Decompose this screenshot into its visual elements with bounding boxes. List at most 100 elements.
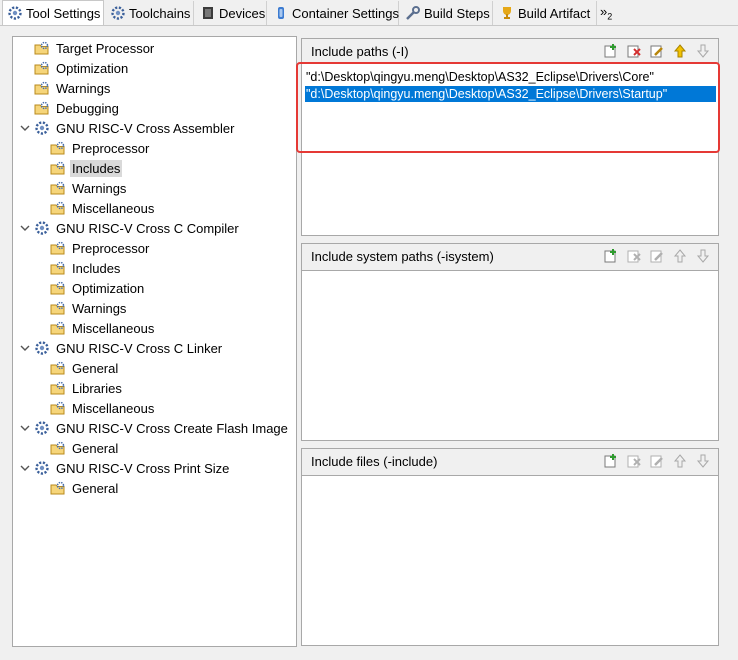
tree-item[interactable]: General: [50, 478, 120, 498]
settings-page-icon: [50, 361, 65, 375]
add-button[interactable]: [602, 452, 620, 470]
tree-item[interactable]: GNU RISC-V Cross C Linker: [19, 338, 224, 358]
move-up-button[interactable]: [671, 42, 689, 60]
tree-item[interactable]: Warnings: [19, 78, 112, 98]
move-down-button[interactable]: [694, 42, 712, 60]
tab-build-artifact[interactable]: Build Artifact: [495, 1, 597, 25]
chevron-down-icon[interactable]: [19, 462, 31, 474]
tab-label: Build Artifact: [518, 5, 591, 21]
chevron-down-icon[interactable]: [19, 422, 31, 434]
settings-tree[interactable]: Target Processor Optimization Warnings Debu…: [12, 36, 297, 647]
tree-item-label: GNU RISC-V Cross Assembler: [56, 120, 235, 136]
delete-button[interactable]: [625, 247, 643, 265]
tree-item[interactable]: Warnings: [50, 178, 128, 198]
chevron-down-icon[interactable]: [19, 122, 31, 134]
move-down-icon: [696, 44, 710, 58]
container-icon: [278, 7, 284, 19]
tab-tool-settings[interactable]: Tool Settings: [2, 0, 104, 25]
chip-icon: [203, 7, 213, 19]
tree-item[interactable]: Optimization: [19, 58, 130, 78]
delete-icon: [627, 45, 641, 58]
move-down-button[interactable]: [694, 247, 712, 265]
tree-item[interactable]: Includes: [50, 158, 123, 178]
tab-toolchains[interactable]: Toolchains: [106, 1, 194, 25]
include-files-panel: Include files (-include): [301, 448, 719, 646]
chevron-down-icon[interactable]: [19, 342, 31, 354]
tree-item[interactable]: General: [50, 358, 120, 378]
settings-page-icon: [50, 241, 65, 255]
move-down-button[interactable]: [694, 452, 712, 470]
tree-item[interactable]: Debugging: [19, 98, 121, 118]
tab-overflow-button[interactable]: »2: [600, 4, 612, 22]
move-up-button[interactable]: [671, 452, 689, 470]
edit-icon: [650, 45, 663, 58]
list-item[interactable]: "d:\Desktop\qingyu.meng\Desktop\AS32_Ecl…: [305, 69, 716, 85]
gear-icon: [8, 6, 22, 20]
tree-item[interactable]: Miscellaneous: [50, 198, 156, 218]
tree-item[interactable]: GNU RISC-V Cross Create Flash Image: [19, 418, 290, 438]
add-button[interactable]: [602, 42, 620, 60]
tab-devices[interactable]: Devices: [196, 1, 267, 25]
edit-button[interactable]: [648, 247, 666, 265]
trophy-icon: [503, 7, 511, 19]
tree-item[interactable]: Miscellaneous: [50, 318, 156, 338]
settings-page-icon: [50, 301, 65, 315]
delete-button[interactable]: [625, 42, 643, 60]
tree-item[interactable]: Miscellaneous: [50, 398, 156, 418]
tab-container-settings[interactable]: Container Settings: [269, 1, 399, 25]
include-paths-list[interactable]: "d:\Desktop\qingyu.meng\Desktop\AS32_Ecl…: [302, 63, 718, 235]
tree-item[interactable]: Libraries: [50, 378, 124, 398]
overflow-count: 2: [607, 11, 613, 22]
tree-item[interactable]: Optimization: [50, 278, 146, 298]
tree-item[interactable]: General: [50, 438, 120, 458]
list-item-selected[interactable]: "d:\Desktop\qingyu.meng\Desktop\AS32_Ecl…: [305, 86, 716, 102]
tool-icon: [35, 121, 49, 135]
tree-item-label: Miscellaneous: [72, 400, 155, 416]
tree-item-label: General: [72, 480, 119, 496]
panel-title: Include system paths (-isystem): [311, 249, 494, 264]
settings-page-icon: [50, 261, 65, 275]
settings-page-icon: [50, 161, 65, 175]
tree-item[interactable]: GNU RISC-V Cross C Compiler: [19, 218, 241, 238]
edit-button[interactable]: [648, 42, 666, 60]
tab-label: Container Settings: [292, 5, 399, 21]
tool-icon: [35, 461, 49, 475]
tree-item[interactable]: Warnings: [50, 298, 128, 318]
settings-page-icon: [50, 481, 65, 495]
settings-page-icon: [50, 441, 65, 455]
edit-button[interactable]: [648, 452, 666, 470]
include-system-paths-list[interactable]: [302, 270, 718, 440]
tree-item[interactable]: GNU RISC-V Cross Print Size: [19, 458, 231, 478]
settings-tab-bar: Tool Settings Toolchains Devices Contain…: [0, 0, 738, 26]
tree-item-label: Libraries: [72, 380, 122, 396]
add-button[interactable]: [602, 247, 620, 265]
panel-toolbar: [602, 42, 712, 60]
tool-icon: [35, 341, 49, 355]
delete-button[interactable]: [625, 452, 643, 470]
tree-item-label: GNU RISC-V Cross Print Size: [56, 460, 230, 476]
panel-title: Include paths (-I): [311, 44, 409, 59]
add-icon: [604, 454, 616, 468]
settings-page-icon: [50, 381, 65, 395]
include-paths-panel: Include paths (-I) "d:\Desktop\qingyu.me…: [301, 38, 719, 236]
tab-build-steps[interactable]: Build Steps: [401, 1, 493, 25]
move-up-button[interactable]: [671, 247, 689, 265]
tree-item-label: Preprocessor: [72, 140, 150, 156]
settings-page-icon: [34, 81, 49, 95]
tab-label: Tool Settings: [26, 5, 101, 21]
tree-item-label: Optimization: [72, 280, 145, 296]
tree-item-label: GNU RISC-V Cross C Compiler: [56, 220, 239, 236]
tree-item-label: General: [72, 440, 119, 456]
tree-item-label: Miscellaneous: [72, 200, 155, 216]
tree-item[interactable]: Target Processor: [19, 38, 156, 58]
include-files-list[interactable]: [302, 475, 718, 645]
chevron-down-icon[interactable]: [19, 222, 31, 234]
tree-item[interactable]: Preprocessor: [50, 238, 151, 258]
tree-item[interactable]: Includes: [50, 258, 122, 278]
add-icon: [604, 44, 616, 58]
settings-page-icon: [34, 41, 49, 55]
settings-page-icon: [34, 61, 49, 75]
tree-item[interactable]: Preprocessor: [50, 138, 151, 158]
tree-item[interactable]: GNU RISC-V Cross Assembler: [19, 118, 236, 138]
